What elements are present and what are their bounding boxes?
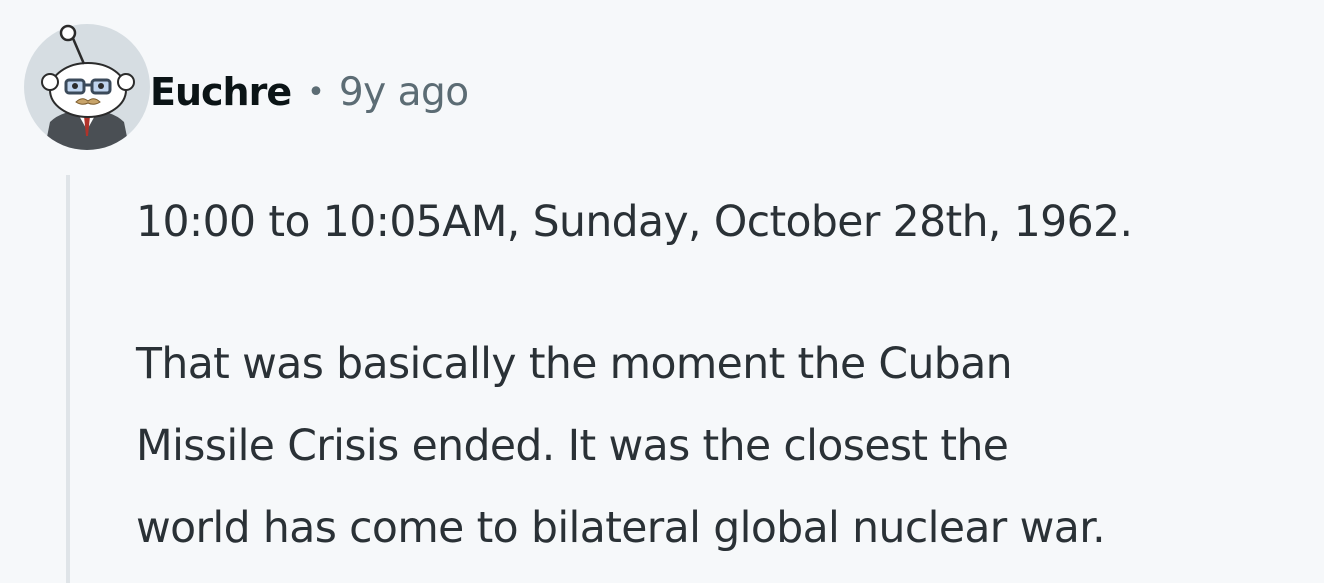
comment-line-3: Missile Crisis ended. It was the closest… (136, 422, 1009, 471)
snoo-avatar-icon (24, 24, 150, 150)
comment-body: 10:00 to 10:05AM, Sunday, October 28th, … (136, 182, 1316, 570)
comment-line-1: 10:00 to 10:05AM, Sunday, October 28th, … (136, 198, 1133, 247)
username-link[interactable]: Euchre (150, 70, 292, 114)
comment-line-2: That was basically the moment the Cuban (136, 340, 1013, 389)
timestamp-link[interactable]: 9y ago (339, 70, 469, 115)
comment-meta: Euchre • 9y ago (150, 64, 469, 120)
thread-line[interactable] (66, 175, 70, 583)
separator-dot: • (307, 74, 325, 110)
comment: Euchre • 9y ago 10:00 to 10:05AM, Sunday… (0, 0, 1324, 583)
avatar[interactable] (22, 22, 152, 152)
comment-line-4: world has come to bilateral global nucle… (136, 504, 1106, 553)
